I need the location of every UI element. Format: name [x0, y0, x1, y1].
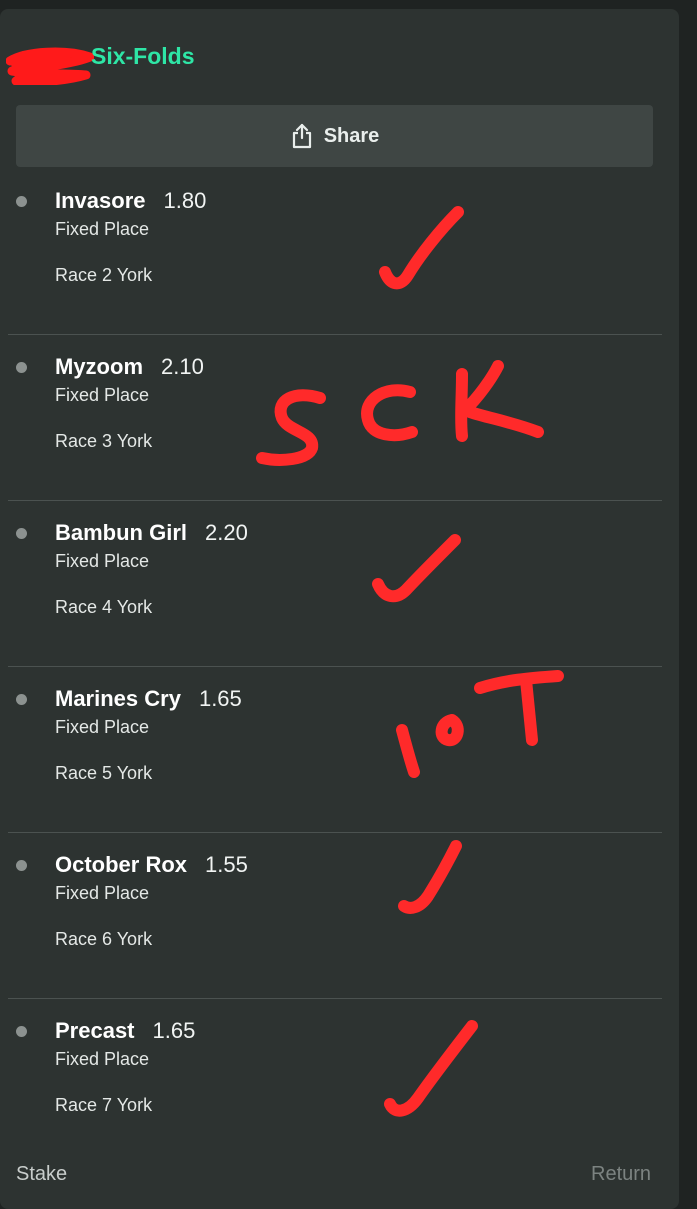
selection-market: Fixed Place	[55, 1049, 150, 1069]
selection-race: Race 2 York	[55, 265, 153, 285]
selection-item: Bambun Girl 2.20 Fixed Place Race 4 York	[0, 501, 662, 667]
selection-item: October Rox 1.55 Fixed Place Race 6 York	[0, 833, 662, 999]
selection-race: Race 6 York	[55, 929, 153, 949]
share-button[interactable]: Share	[16, 105, 653, 167]
selection-race: Race 3 York	[55, 431, 153, 451]
redaction-scribble	[6, 47, 94, 85]
selection-market: Fixed Place	[55, 883, 150, 903]
selection-dot	[16, 362, 27, 373]
selection-race: Race 7 York	[55, 1095, 153, 1115]
bet-type-title: Six-Folds	[91, 43, 195, 69]
share-label: Share	[323, 124, 380, 147]
selection-odds: 1.55	[205, 852, 248, 877]
selection-name: Invasore	[55, 188, 146, 213]
selection-odds: 1.80	[163, 188, 207, 213]
return-label: Return	[591, 1163, 652, 1185]
selection-name: Marines Cry	[55, 686, 181, 711]
selection-name: Precast	[55, 1018, 135, 1043]
selection-dot	[16, 694, 27, 705]
selection-name: Myzoom	[55, 354, 143, 379]
selection-market: Fixed Place	[55, 717, 150, 737]
selection-item: Precast 1.65 Fixed Place Race 7 York	[0, 999, 662, 1165]
selection-market: Fixed Place	[55, 219, 150, 239]
selection-dot	[16, 528, 27, 539]
selection-item: Invasore 1.80 Fixed Place Race 2 York	[0, 169, 662, 335]
selection-market: Fixed Place	[55, 385, 150, 405]
selection-race: Race 4 York	[55, 597, 153, 617]
selection-odds: 2.20	[205, 520, 248, 545]
share-icon	[290, 123, 314, 149]
selection-race: Race 5 York	[55, 763, 153, 783]
selection-name: Bambun Girl	[55, 520, 188, 545]
selection-odds: 1.65	[152, 1018, 196, 1043]
selection-market: Fixed Place	[55, 551, 150, 571]
selection-odds: 2.10	[161, 354, 204, 379]
stake-label: Stake	[16, 1163, 68, 1185]
selection-dot	[16, 860, 27, 871]
selection-name: October Rox	[55, 852, 188, 877]
selection-dot	[16, 196, 27, 207]
selection-item: Myzoom 2.10 Fixed Place Race 3 York	[0, 335, 662, 501]
selection-odds: 1.65	[198, 686, 242, 711]
selection-item: Marines Cry 1.65 Fixed Place Race 5 York	[0, 667, 662, 833]
selection-dot	[16, 1026, 27, 1037]
bet-card: Six-Folds Share Invasore 1.80 Fixed Place…	[0, 9, 679, 1209]
